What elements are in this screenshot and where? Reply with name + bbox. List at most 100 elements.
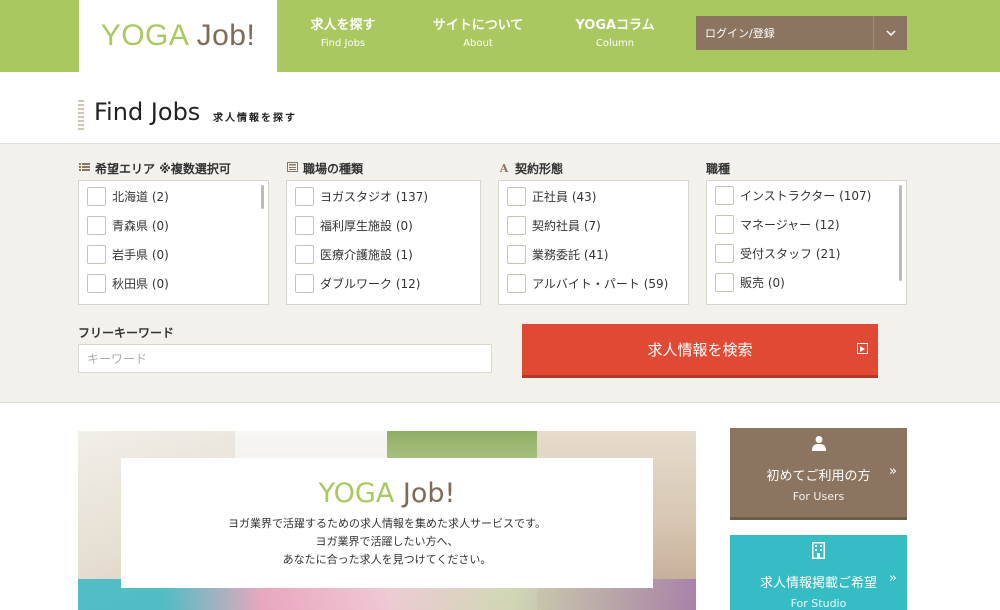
checkbox[interactable] (507, 274, 526, 293)
checkbox[interactable] (295, 245, 314, 264)
search-button[interactable]: 求人情報を検索 (522, 324, 878, 378)
title-decoration (78, 100, 84, 130)
hero-line: ヨガ業界で活躍したい方へ、 (315, 535, 459, 548)
nav-about[interactable]: サイトについて About (428, 18, 528, 51)
nav-column-label: YOGAコラム (575, 18, 655, 33)
filter-area-label: 希望エリア ※複数選択可 (95, 161, 231, 176)
keyword-label: フリーキーワード (78, 326, 175, 340)
nav-about-sub: About (463, 38, 493, 49)
site-header: YOGA Job! 求人を探す Find Jobs サイトについて About … (0, 0, 1000, 72)
checkbox-label: 販売 (0) (740, 276, 785, 290)
hero-line: あなたに合った求人を見つけてください。 (282, 553, 492, 566)
checkbox-item[interactable]: 販売 (0) (715, 273, 785, 292)
checkbox[interactable] (507, 245, 526, 264)
filter-workplace-list[interactable]: ヨガスタジオ (137) 福利厚生施設 (0) 医療介護施設 (1) ダブルワー… (286, 180, 481, 305)
letter-a-icon: A (499, 161, 509, 175)
site-logo[interactable]: YOGA Job! (79, 0, 277, 72)
checkbox[interactable] (507, 216, 526, 235)
filter-workplace: 職場の種類 ヨガスタジオ (137) 福利厚生施設 (0) 医療介護施設 (1)… (286, 159, 481, 305)
double-chevron-right-icon: » (889, 464, 897, 479)
hero-card: YOGA Job! ヨガ業界で活躍するための求人情報を集めた求人サービスです。 … (121, 458, 653, 588)
checkbox-label: ヨガスタジオ (137) (320, 190, 429, 204)
checkbox-item[interactable]: 福利厚生施設 (0) (295, 216, 413, 235)
checkbox-item[interactable]: アルバイト・パート (59) (507, 274, 668, 293)
chevron-down-icon[interactable] (873, 16, 907, 50)
checkbox-item[interactable]: 正社員 (43) (507, 187, 596, 206)
checkbox-item[interactable]: 北海道 (2) (87, 187, 169, 206)
checkbox[interactable] (87, 274, 106, 293)
filter-contract-label: 契約形態 (515, 161, 564, 176)
checkbox-label: 医療介護施設 (1) (320, 248, 413, 262)
list-icon (78, 162, 90, 175)
for-studio-button[interactable]: 求人情報掲載ご希望 For Studio » (730, 535, 907, 610)
play-icon (857, 343, 868, 354)
checkbox[interactable] (87, 216, 106, 235)
nav-find-jobs-label: 求人を探す (310, 18, 376, 33)
checkbox-item[interactable]: インストラクター (107) (715, 186, 871, 205)
for-studio-label: 求人情報掲載ご希望 (759, 576, 877, 591)
checkbox-item[interactable]: ダブルワーク (12) (295, 274, 420, 293)
checkbox-item[interactable]: 契約社員 (7) (507, 216, 601, 235)
user-icon (730, 435, 907, 453)
for-users-sub: For Users (792, 490, 845, 503)
nav-column[interactable]: YOGAコラム Column (570, 18, 660, 51)
nav-column-sub: Column (595, 38, 635, 49)
checkbox-item[interactable]: 受付スタッフ (21) (715, 244, 840, 263)
for-users-button[interactable]: 初めてご利用の方 For Users » (730, 428, 907, 520)
checkbox-item[interactable]: 医療介護施設 (1) (295, 245, 413, 264)
checkbox[interactable] (715, 186, 734, 205)
checkbox[interactable] (715, 215, 734, 234)
checkbox-label: 岩手県 (0) (112, 248, 169, 262)
filter-job-type-list[interactable]: インストラクター (107) マネージャー (12) 受付スタッフ (21) 販… (706, 180, 907, 305)
checkbox-label: 福利厚生施設 (0) (320, 219, 413, 233)
checkbox-label: ダブルワーク (12) (320, 277, 421, 291)
filter-contract-list[interactable]: 正社員 (43) 契約社員 (7) 業務委託 (41) アルバイト・パート (5… (498, 180, 689, 305)
page-title-row: Find Jobs 求人情報を探す (0, 72, 1000, 143)
checkbox[interactable] (295, 216, 314, 235)
login-dropdown[interactable]: ログイン/登録 (696, 16, 907, 50)
hero-logo-job: Job! (394, 478, 456, 509)
logo-part-job: Job! (187, 19, 256, 52)
scrollbar[interactable] (899, 185, 902, 281)
checkbox-item[interactable]: ヨガスタジオ (137) (295, 187, 428, 206)
checkbox[interactable] (715, 244, 734, 263)
search-panel: 希望エリア ※複数選択可 北海道 (2) 青森県 (0) 岩手県 (0) 秋田県… (0, 143, 1000, 403)
hero-logo-yoga: YOGA (318, 478, 395, 509)
checkbox-label: インストラクター (107) (740, 189, 872, 203)
for-users-label: 初めてご利用の方 (766, 469, 871, 484)
nav-find-jobs[interactable]: 求人を探す Find Jobs (306, 18, 380, 51)
checkbox[interactable] (715, 273, 734, 292)
for-studio-sub: For Studio (790, 597, 847, 610)
checkbox-label: 受付スタッフ (21) (740, 247, 841, 261)
hero-line: ヨガ業界で活躍するための求人情報を集めた求人サービスです。 (228, 517, 546, 530)
keyword-input[interactable] (78, 344, 492, 373)
filter-area-list[interactable]: 北海道 (2) 青森県 (0) 岩手県 (0) 秋田県 (0) (78, 180, 269, 305)
checkbox-label: 秋田県 (0) (112, 277, 169, 291)
checkbox[interactable] (87, 245, 106, 264)
checkbox-item[interactable]: 業務委託 (41) (507, 245, 608, 264)
checkbox-label: 契約社員 (7) (532, 219, 601, 233)
filter-area: 希望エリア ※複数選択可 北海道 (2) 青森県 (0) 岩手県 (0) 秋田県… (78, 159, 269, 305)
search-button-label: 求人情報を検索 (647, 341, 753, 359)
login-label: ログイン/登録 (705, 27, 775, 40)
filter-job-type-label: 職種 (706, 161, 731, 176)
checkbox-item[interactable]: マネージャー (12) (715, 215, 840, 234)
checkbox-item[interactable]: 岩手県 (0) (87, 245, 169, 264)
filter-workplace-label: 職場の種類 (303, 161, 364, 176)
filter-job-type: 職種 インストラクター (107) マネージャー (12) 受付スタッフ (21… (706, 159, 907, 305)
page-title: Find Jobs (94, 98, 201, 126)
checkbox-item[interactable]: 秋田県 (0) (87, 274, 169, 293)
hero-logo: YOGA Job! (121, 478, 653, 509)
checkbox[interactable] (507, 187, 526, 206)
checkbox[interactable] (295, 187, 314, 206)
checkbox[interactable] (87, 187, 106, 206)
double-chevron-right-icon: » (889, 571, 897, 586)
nav-about-label: サイトについて (432, 18, 524, 33)
checkbox-label: 正社員 (43) (532, 190, 597, 204)
checkbox[interactable] (295, 274, 314, 293)
checkbox-item[interactable]: 青森県 (0) (87, 216, 169, 235)
building-icon (286, 161, 298, 175)
scrollbar[interactable] (261, 185, 264, 209)
checkbox-label: 北海道 (2) (112, 190, 169, 204)
hero-description: ヨガ業界で活躍するための求人情報を集めた求人サービスです。 ヨガ業界で活躍したい… (121, 515, 653, 569)
